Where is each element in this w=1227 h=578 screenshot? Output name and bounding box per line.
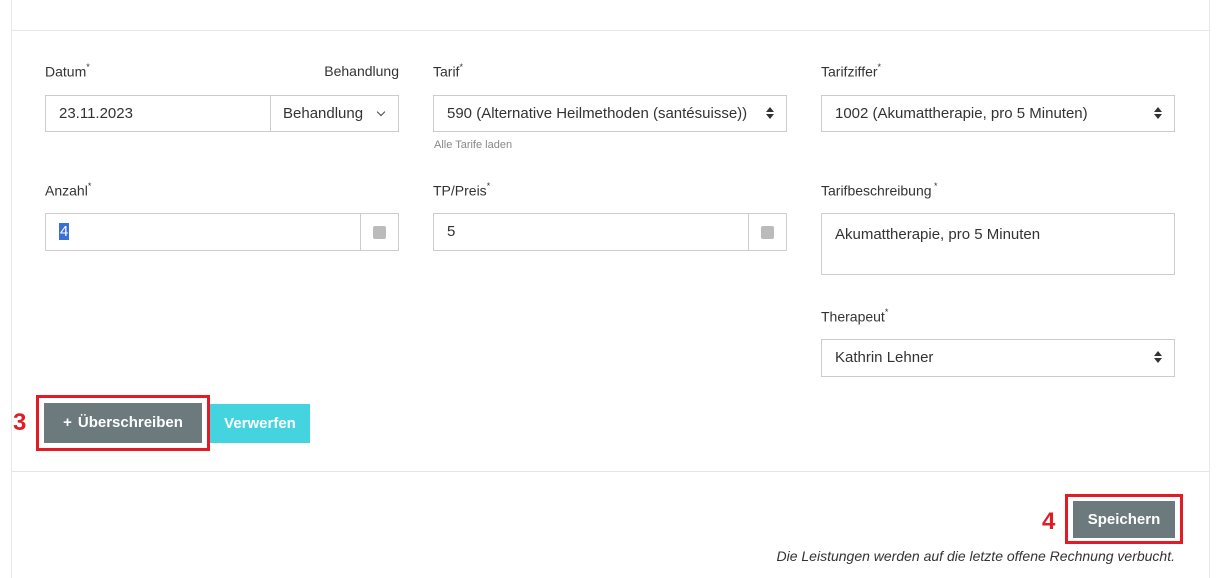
select-arrows-icon <box>1154 106 1162 120</box>
anzahl-label: Anzahl* <box>45 181 92 199</box>
datum-label: Datum* <box>45 62 90 80</box>
datum-group: 23.11.2023 Behandlung <box>45 95 399 132</box>
discard-button[interactable]: Verwerfen <box>210 404 310 443</box>
annotation-step4: 4 <box>1042 508 1056 535</box>
load-all-tariffs-link[interactable]: Alle Tarife laden <box>434 139 512 151</box>
tp-preis-addon[interactable] <box>748 213 787 251</box>
anzahl-input[interactable]: 4 <box>45 213 399 251</box>
tarifbeschreibung-textarea[interactable]: Akumattherapie, pro 5 Minuten <box>821 213 1175 275</box>
tarifziffer-select[interactable]: 1002 (Akumattherapie, pro 5 Minuten) <box>821 95 1175 132</box>
overwrite-button[interactable]: + Überschreiben <box>44 403 202 443</box>
therapeut-label: Therapeut* <box>821 307 889 325</box>
square-icon <box>761 226 774 239</box>
selected-text: 4 <box>59 223 70 240</box>
square-icon <box>373 226 386 239</box>
select-arrows-icon <box>1154 350 1162 364</box>
footer-note: Die Leistungen werden auf die letzte off… <box>776 548 1176 564</box>
behandlung-dropdown-button[interactable]: Behandlung <box>270 95 399 132</box>
top-divider <box>11 30 1210 31</box>
datum-input[interactable]: 23.11.2023 <box>45 95 271 132</box>
footer-divider <box>11 471 1210 472</box>
annotation-step3: 3 <box>13 409 27 436</box>
behandlung-label: Behandlung <box>324 63 399 79</box>
select-arrows-icon <box>766 106 774 120</box>
tarifbeschreibung-label: Tarifbeschreibung * <box>821 181 938 199</box>
chevron-down-icon <box>376 107 386 117</box>
tarif-select[interactable]: 590 (Alternative Heilmethoden (santésuis… <box>433 95 787 132</box>
tp-preis-input[interactable]: 5 <box>433 213 787 251</box>
form-panel <box>11 0 1210 578</box>
tp-preis-label: TP/Preis* <box>433 181 491 199</box>
therapeut-select[interactable]: Kathrin Lehner <box>821 339 1175 377</box>
plus-icon: + <box>63 414 72 431</box>
tarifziffer-label: Tarifziffer* <box>821 62 882 80</box>
tarif-label: Tarif* <box>433 62 463 80</box>
anzahl-addon[interactable] <box>360 213 399 251</box>
save-button[interactable]: Speichern <box>1073 501 1175 538</box>
